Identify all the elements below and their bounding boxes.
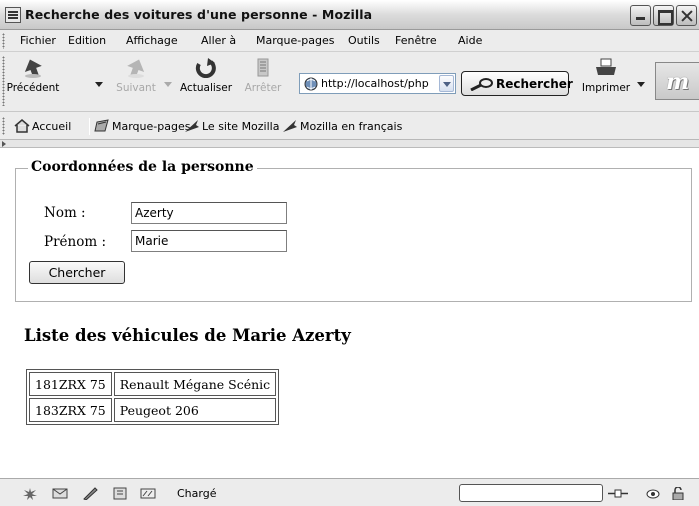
back-history-dropdown[interactable] bbox=[95, 82, 103, 87]
menu-bar: Fichier Edition Affichage Aller à Marque… bbox=[0, 30, 699, 52]
personal-toolbar: Accueil Marque-pages Le site Mozilla Moz… bbox=[0, 112, 699, 140]
bookmark-marque-pages[interactable]: Marque-pages bbox=[94, 119, 190, 133]
plate-cell: 181ZRX 75 bbox=[29, 372, 112, 396]
address-book-icon[interactable] bbox=[112, 487, 128, 500]
url-history-dropdown[interactable] bbox=[439, 75, 454, 92]
bookmarks-folder-icon bbox=[94, 119, 109, 132]
fieldset-legend: Coordonnées de la personne bbox=[28, 159, 257, 175]
menu-aller-a[interactable]: Aller à bbox=[201, 34, 236, 47]
search-button[interactable]: Rechercher bbox=[461, 71, 573, 96]
online-status-icon[interactable] bbox=[607, 487, 629, 500]
mozilla-app-icon bbox=[5, 7, 21, 23]
menu-aide[interactable]: Aide bbox=[458, 34, 482, 47]
bookmark-accueil[interactable]: Accueil bbox=[14, 119, 71, 133]
progress-meter bbox=[459, 484, 603, 502]
vehicle-list-title: Liste des véhicules de Marie Azerty bbox=[24, 326, 351, 345]
forward-history-dropdown[interactable] bbox=[164, 82, 172, 87]
forward-label: Suivant bbox=[116, 82, 156, 94]
toolbar-grip[interactable] bbox=[2, 117, 5, 135]
menu-affichage[interactable]: Affichage bbox=[126, 34, 178, 47]
close-button[interactable] bbox=[676, 5, 697, 26]
sidebar-arrow-icon bbox=[2, 141, 6, 147]
status-bar: Chargé bbox=[0, 478, 699, 506]
home-icon bbox=[14, 119, 30, 133]
toolbar-grip[interactable] bbox=[2, 33, 5, 49]
print-button[interactable]: Imprimer bbox=[581, 58, 631, 94]
model-cell: Peugeot 206 bbox=[113, 398, 277, 422]
navigation-toolbar: Précédent Suivant Actualiser Arrêter htt… bbox=[0, 52, 699, 112]
maximize-button[interactable] bbox=[653, 5, 674, 26]
url-bar[interactable] bbox=[299, 73, 456, 94]
sidebar-toggle-strip[interactable] bbox=[0, 140, 699, 148]
print-options-dropdown[interactable] bbox=[637, 82, 645, 87]
minimize-button[interactable] bbox=[630, 5, 651, 26]
nom-label: Nom : bbox=[44, 205, 86, 221]
model-cell: Renault Mégane Scénic bbox=[113, 372, 277, 396]
stop-label: Arrêter bbox=[244, 82, 282, 94]
mail-icon[interactable] bbox=[52, 487, 68, 500]
reload-button[interactable]: Actualiser bbox=[178, 58, 234, 94]
reload-label: Actualiser bbox=[179, 82, 233, 94]
bookmark-label: Marque-pages bbox=[112, 120, 191, 133]
window-title: Recherche des voitures d'une personne - … bbox=[25, 7, 373, 22]
toolbar-grip[interactable] bbox=[2, 56, 5, 106]
bookmark-label: Le site Mozilla bbox=[202, 120, 280, 133]
page-content: Coordonnées de la personne Nom : Prénom … bbox=[0, 148, 699, 478]
composer-icon[interactable] bbox=[82, 487, 98, 500]
menu-outils[interactable]: Outils bbox=[348, 34, 380, 47]
back-button[interactable]: Précédent bbox=[6, 58, 60, 94]
url-input[interactable] bbox=[321, 76, 439, 91]
back-arrow-icon bbox=[24, 59, 42, 78]
toolbar-separator bbox=[89, 118, 90, 135]
search-label: Rechercher bbox=[496, 77, 573, 91]
title-bar: Recherche des voitures d'une personne - … bbox=[0, 0, 699, 30]
printer-icon bbox=[596, 58, 616, 75]
forward-arrow-icon bbox=[127, 59, 145, 78]
bookmark-label: Mozilla en français bbox=[300, 120, 403, 133]
mozilla-bookmark-icon bbox=[283, 120, 297, 132]
vehicle-table: 181ZRX 75 Renault Mégane Scénic 183ZRX 7… bbox=[26, 369, 280, 425]
stop-button[interactable]: Arrêter bbox=[243, 58, 283, 94]
chatzilla-icon[interactable] bbox=[140, 487, 156, 500]
chercher-button[interactable]: Chercher bbox=[29, 261, 125, 284]
mozilla-throbber-logo[interactable]: m bbox=[655, 62, 699, 100]
menu-fenetre[interactable]: Fenêtre bbox=[395, 34, 437, 47]
back-label: Précédent bbox=[6, 82, 60, 94]
page-proxy-icon[interactable] bbox=[304, 77, 318, 91]
bookmark-mozilla-fr[interactable]: Mozilla en français bbox=[282, 119, 402, 133]
search-magnifier-icon bbox=[470, 78, 493, 91]
mozilla-bookmark-icon bbox=[185, 120, 199, 132]
security-lock-icon[interactable] bbox=[670, 487, 686, 500]
status-text: Chargé bbox=[177, 487, 217, 500]
table-row: 183ZRX 75 Peugeot 206 bbox=[29, 398, 277, 422]
menu-fichier[interactable]: Fichier bbox=[20, 34, 56, 47]
print-label: Imprimer bbox=[581, 82, 631, 94]
navigator-icon[interactable] bbox=[22, 487, 38, 500]
menu-marque-pages[interactable]: Marque-pages bbox=[256, 34, 334, 47]
prenom-label: Prénom : bbox=[44, 234, 106, 250]
nom-input[interactable] bbox=[131, 202, 287, 224]
cookie-eye-icon[interactable] bbox=[645, 487, 661, 500]
prenom-input[interactable] bbox=[131, 230, 287, 252]
table-row: 181ZRX 75 Renault Mégane Scénic bbox=[29, 372, 277, 396]
plate-cell: 183ZRX 75 bbox=[29, 398, 112, 422]
bookmark-label: Accueil bbox=[32, 120, 72, 133]
forward-button[interactable]: Suivant bbox=[112, 58, 160, 94]
bookmark-mozilla-site[interactable]: Le site Mozilla bbox=[184, 119, 279, 133]
menu-edition[interactable]: Edition bbox=[68, 34, 106, 47]
stop-icon bbox=[257, 58, 269, 77]
reload-icon bbox=[195, 58, 216, 78]
